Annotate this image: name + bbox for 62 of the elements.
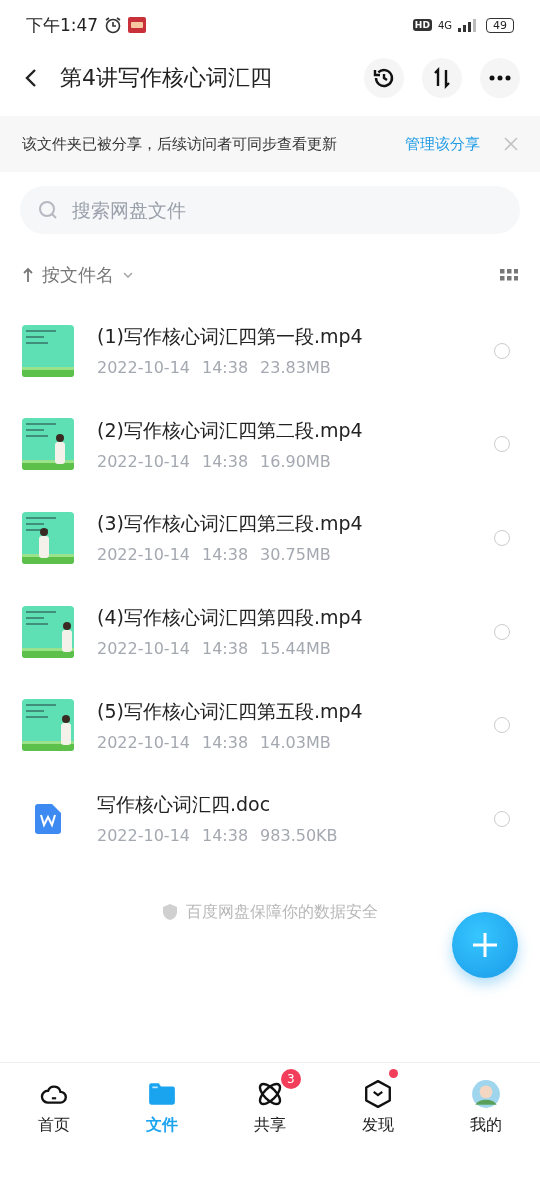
tab[interactable]: 我的 [432, 1063, 540, 1153]
sort-order-button[interactable] [422, 58, 462, 98]
notification-badge: 3 [280, 1069, 301, 1089]
select-radio[interactable] [494, 436, 510, 453]
search-field[interactable]: 搜索网盘文件 [20, 186, 520, 234]
file-time: 14:38 [202, 826, 249, 846]
tab[interactable]: 首页 [0, 1063, 108, 1153]
file-time: 14:38 [202, 358, 249, 378]
add-button[interactable] [452, 912, 518, 978]
folder-title: 第4讲写作核心词汇四 [60, 64, 272, 92]
tab[interactable]: 共享 3 [216, 1063, 324, 1153]
share-message: 该文件夹已被分享，后续访问者可同步查看更新 [22, 134, 337, 154]
file-name[interactable]: (3)写作核心词汇四第三段.mp4 [97, 511, 363, 538]
file-size: 16.90MB [260, 451, 331, 471]
file-date: 2022-10-14 [97, 639, 190, 659]
tab[interactable]: 发现 [324, 1063, 432, 1153]
file-date: 2022-10-14 [97, 358, 190, 378]
shield-icon [162, 903, 178, 922]
alarm-icon [104, 16, 123, 34]
more-icon [489, 75, 511, 81]
avatar-icon [471, 1079, 501, 1109]
word-document-icon [35, 803, 61, 834]
plus-icon [470, 930, 500, 960]
file-date: 2022-10-14 [97, 451, 190, 471]
file-time: 14:38 [202, 451, 249, 471]
select-radio[interactable] [494, 530, 510, 546]
file-size: 14.03MB [260, 732, 331, 752]
more-button[interactable] [480, 58, 520, 98]
chevron-down-icon [122, 271, 134, 279]
hd-icon: HD [412, 19, 432, 31]
file-name[interactable]: (1)写作核心词汇四第一段.mp4 [97, 324, 363, 351]
file-size: 983.50KB [260, 826, 338, 846]
file-size: 30.75MB [260, 545, 331, 565]
select-radio[interactable] [494, 623, 510, 640]
network-type: 4G [437, 19, 452, 31]
sort-by-name-button[interactable]: 按文件名 [22, 263, 134, 287]
file-date: 2022-10-14 [97, 732, 190, 752]
file-name[interactable]: (2)写作核心词汇四第二段.mp4 [97, 417, 363, 444]
select-radio[interactable] [494, 717, 510, 734]
history-icon [372, 66, 396, 90]
select-radio[interactable] [494, 810, 510, 827]
file-name[interactable]: 写作核心词汇四.doc [97, 792, 338, 819]
file-date: 2022-10-14 [97, 545, 190, 565]
select-radio[interactable] [494, 342, 510, 359]
app-notification-icon [128, 17, 147, 33]
cube-icon [363, 1079, 393, 1109]
close-icon[interactable] [504, 137, 518, 151]
file-size: 23.83MB [260, 358, 331, 378]
grid-view-icon[interactable] [500, 269, 518, 281]
file-name[interactable]: (4)写作核心词汇四第四段.mp4 [97, 605, 363, 632]
battery-level: 49 [486, 17, 514, 33]
file-size: 15.44MB [260, 639, 331, 659]
up-arrow-icon [22, 267, 34, 283]
security-note: 百度网盘保障你的数据安全 [186, 901, 378, 923]
file-time: 14:38 [202, 545, 249, 565]
clock-time: 下午1:47 [26, 13, 99, 37]
file-time: 14:38 [202, 639, 249, 659]
file-name[interactable]: (5)写作核心词汇四第五段.mp4 [97, 698, 363, 725]
search-icon [38, 200, 58, 220]
file-time: 14:38 [202, 732, 249, 752]
history-button[interactable] [364, 58, 404, 98]
file-date: 2022-10-14 [97, 826, 190, 846]
